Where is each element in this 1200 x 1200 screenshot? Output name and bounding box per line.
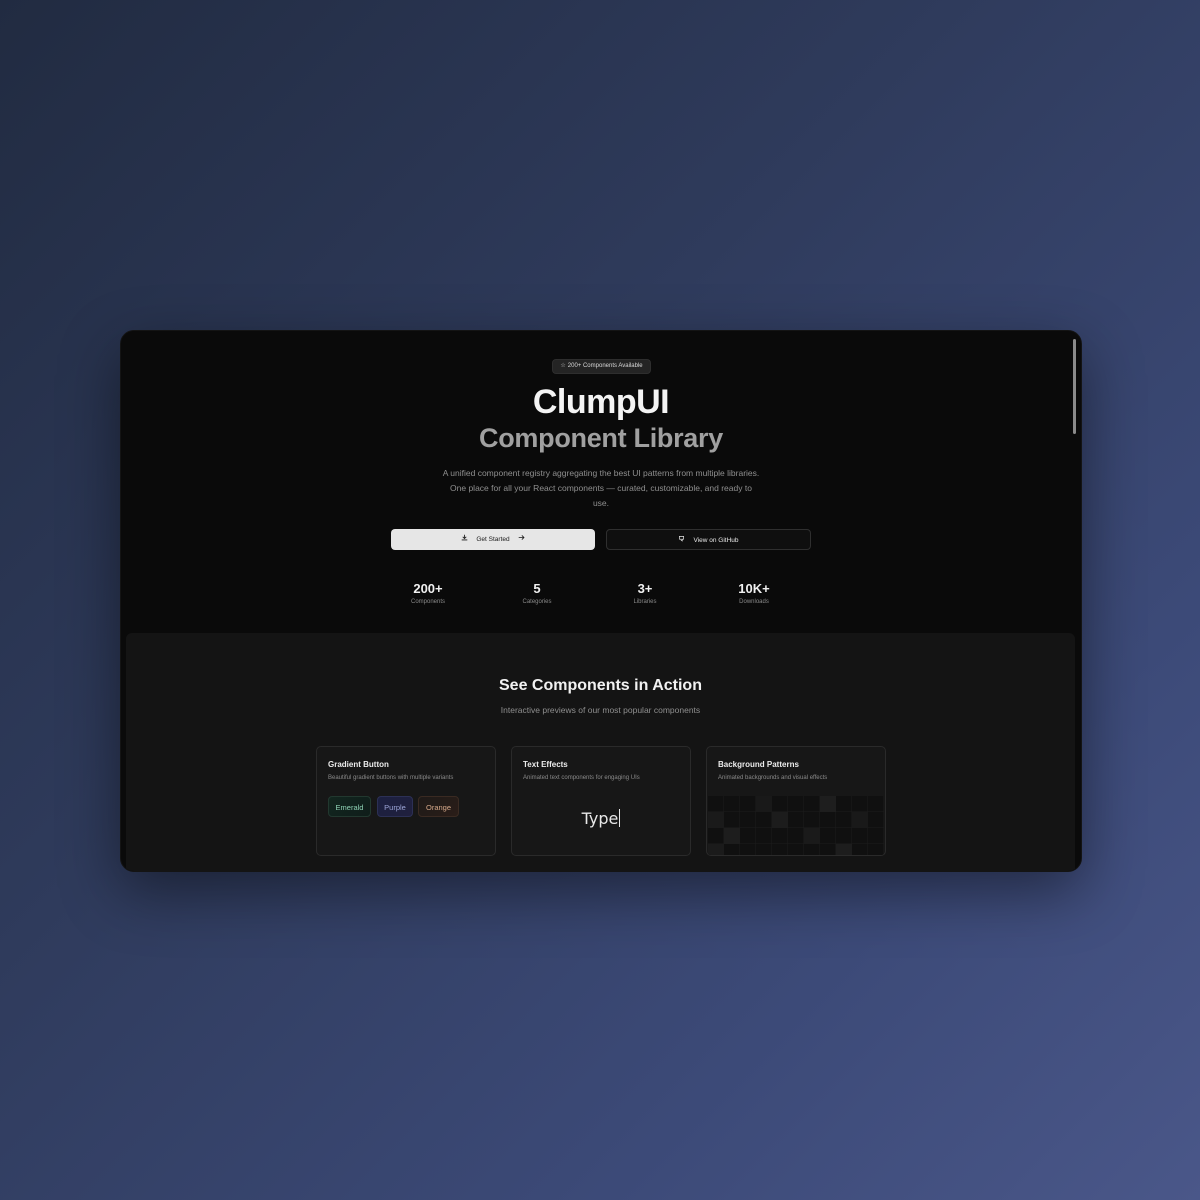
stat-value: 200+ — [413, 581, 443, 596]
badge-label: 200+ Components Available — [567, 363, 643, 369]
stat-label: Components — [410, 599, 446, 605]
get-started-label: Get Started — [476, 536, 510, 543]
showcase-subtitle: Interactive previews of our most popular… — [500, 705, 701, 715]
pattern-preview — [708, 796, 884, 855]
stat-value: 10K+ — [738, 581, 770, 596]
stat-components: 200+ Components — [383, 581, 473, 607]
card-description: Animated text components for engaging UI… — [523, 775, 640, 781]
stat-value: 5 — [533, 581, 541, 596]
showcase-title: See Components in Action — [499, 677, 702, 694]
page-subtitle: Component Library — [479, 423, 723, 453]
typewriter-preview: Type — [512, 809, 690, 828]
hero-section: ☆ 200+ Components Available ClumpUI Compo… — [121, 331, 1081, 631]
get-started-button[interactable]: Get Started — [391, 529, 595, 550]
view-github-label: View on GitHub — [693, 537, 739, 544]
stats-row: 200+ Components 5 Categories 3+ Librarie… — [383, 581, 818, 611]
card-description: Animated backgrounds and visual effects — [718, 775, 828, 781]
card-title: Background Patterns — [718, 760, 799, 769]
emerald-button[interactable]: Emerald — [328, 796, 371, 817]
card-gradient-button[interactable]: Gradient Button Beautiful gradient butto… — [316, 746, 496, 856]
card-text-effects[interactable]: Text Effects Animated text components fo… — [511, 746, 691, 856]
page-title: ClumpUI — [532, 383, 670, 421]
stat-downloads: 10K+ Downloads — [709, 581, 799, 607]
components-badge: ☆ 200+ Components Available — [552, 359, 651, 374]
text-caret — [619, 809, 621, 827]
card-title: Gradient Button — [328, 760, 389, 769]
card-background-patterns[interactable]: Background Patterns Animated backgrounds… — [706, 746, 886, 856]
showcase-section: See Components in Action Interactive pre… — [126, 633, 1075, 871]
card-description: Beautiful gradient buttons with multiple… — [328, 775, 454, 781]
star-icon: ☆ — [560, 363, 566, 369]
card-title: Text Effects — [523, 760, 568, 769]
stat-libraries: 3+ Libraries — [600, 581, 690, 607]
stat-label: Libraries — [633, 599, 657, 605]
purple-button[interactable]: Purple — [377, 796, 413, 817]
arrow-right-icon — [518, 529, 525, 550]
stat-value: 3+ — [637, 581, 653, 596]
view-github-button[interactable]: View on GitHub — [606, 529, 811, 550]
orange-button[interactable]: Orange — [418, 796, 459, 817]
stat-label: Categories — [522, 599, 552, 605]
download-icon — [461, 529, 468, 550]
app-window: ☆ 200+ Components Available ClumpUI Compo… — [120, 330, 1082, 872]
github-icon — [678, 530, 685, 551]
typewriter-text: Type — [581, 809, 619, 828]
stat-label: Downloads — [739, 599, 769, 605]
grid-pattern — [708, 796, 884, 855]
hero-description: A unified component registry aggregating… — [442, 468, 760, 508]
stat-categories: 5 Categories — [492, 581, 582, 607]
